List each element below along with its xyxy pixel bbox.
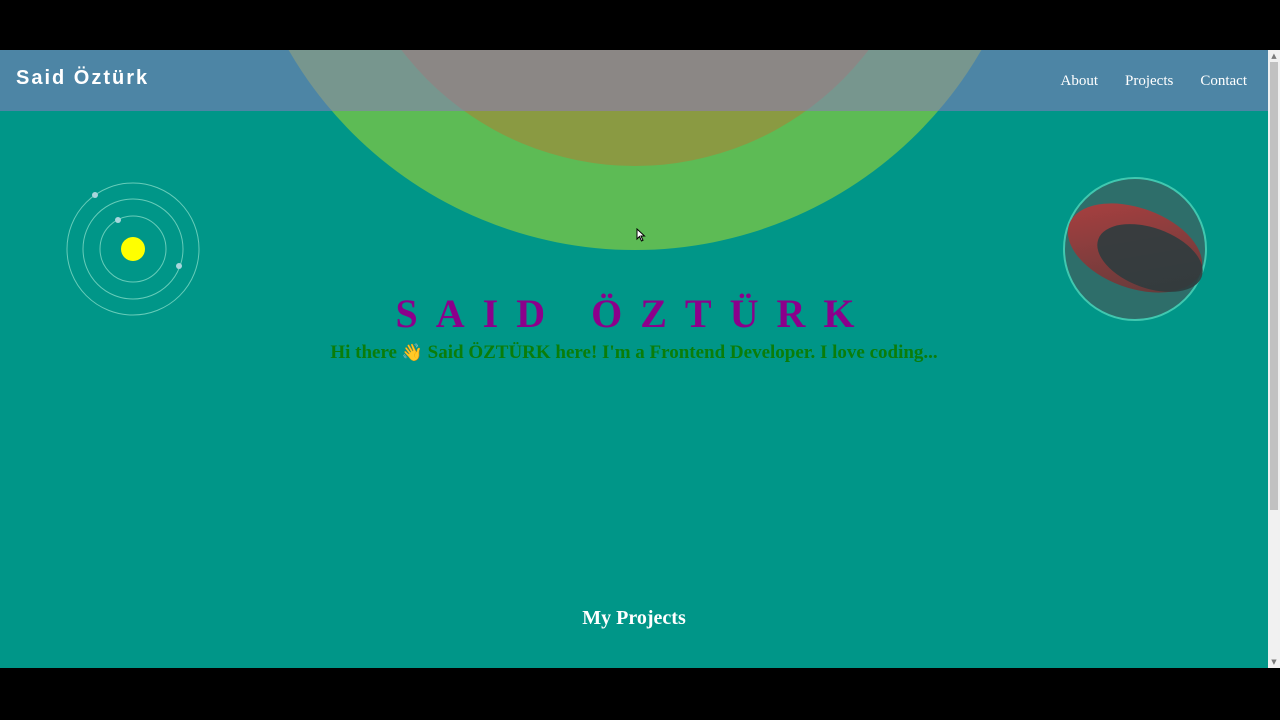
vertical-scrollbar[interactable]: ▲ ▼ bbox=[1268, 50, 1280, 668]
scroll-thumb[interactable] bbox=[1270, 62, 1278, 510]
page: Said Öztürk About Projects Contact SAID … bbox=[0, 50, 1268, 668]
browser-viewport: Said Öztürk About Projects Contact SAID … bbox=[0, 50, 1280, 668]
brand-logo[interactable]: Said Öztürk bbox=[16, 67, 149, 90]
hero-name: SAID ÖZTÜRK bbox=[395, 291, 873, 336]
nav-links: About Projects Contact bbox=[1034, 71, 1247, 90]
wave-icon: 👋 bbox=[401, 343, 423, 363]
greeting-start: Hi there bbox=[330, 342, 397, 363]
greeting-end: Said ÖZTÜRK here! I'm a Frontend Develop… bbox=[427, 342, 938, 363]
navbar: Said Öztürk About Projects Contact bbox=[0, 50, 1268, 111]
scroll-up-arrow-icon[interactable]: ▲ bbox=[1268, 50, 1280, 62]
projects-title: My Projects bbox=[582, 607, 686, 629]
nav-link-projects[interactable]: Projects bbox=[1125, 73, 1173, 90]
cursor-icon bbox=[636, 228, 646, 242]
scroll-down-arrow-icon[interactable]: ▼ bbox=[1268, 656, 1280, 668]
nav-link-contact[interactable]: Contact bbox=[1200, 73, 1247, 90]
hero-greeting: Hi there 👋 Said ÖZTÜRK here! I'm a Front… bbox=[0, 342, 1268, 364]
nav-link-about[interactable]: About bbox=[1061, 73, 1099, 90]
